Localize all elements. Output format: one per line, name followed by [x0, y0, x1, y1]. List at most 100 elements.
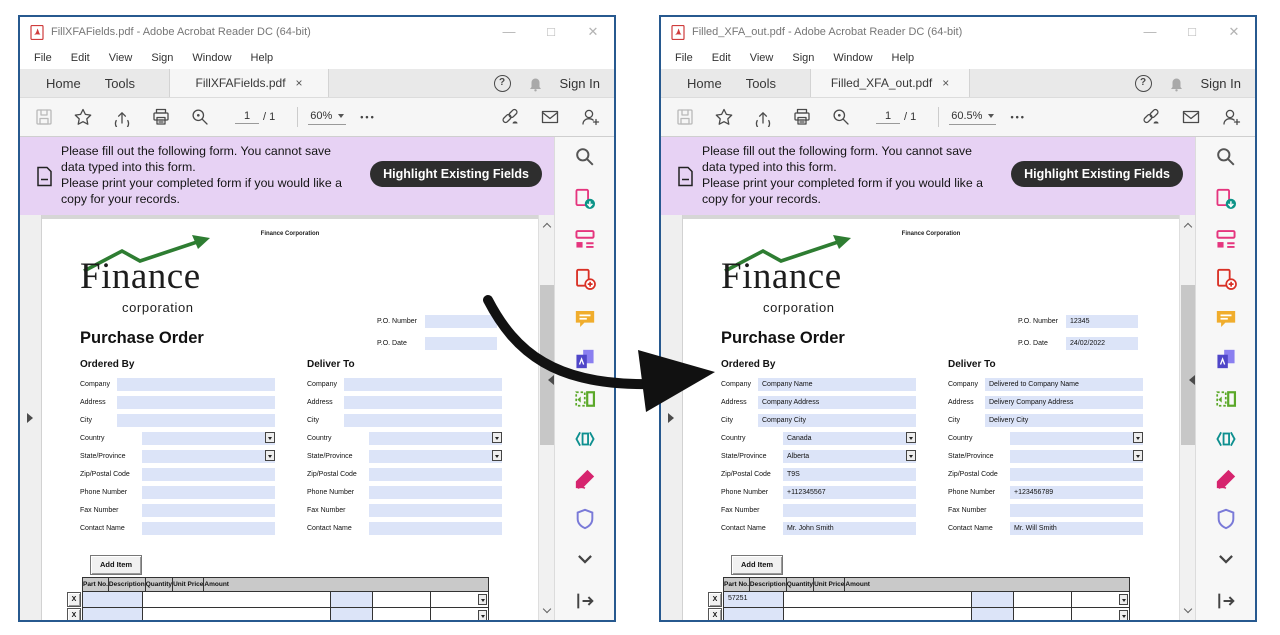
deliver-to-field-5[interactable]: [369, 468, 502, 481]
deliver-to-field-6[interactable]: [369, 486, 502, 499]
organize-pages-icon[interactable]: [574, 388, 596, 410]
find-icon[interactable]: [190, 107, 210, 127]
dropdown-button[interactable]: [906, 432, 916, 443]
tab-tools[interactable]: Tools: [93, 69, 147, 97]
part-no-field[interactable]: [83, 608, 143, 620]
star-icon[interactable]: [73, 107, 93, 127]
description-field[interactable]: [143, 592, 331, 607]
menu-item-0[interactable]: File: [675, 52, 693, 64]
protect-pdf-icon[interactable]: [1215, 508, 1237, 530]
dropdown-button[interactable]: [1133, 450, 1143, 461]
ordered-by-field-0[interactable]: Company Name: [758, 378, 916, 391]
edit-pdf-icon[interactable]: [574, 228, 596, 250]
scroll-down-icon[interactable]: [539, 602, 554, 618]
quantity-field[interactable]: [972, 592, 1014, 607]
compress-pdf-icon[interactable]: [574, 428, 596, 450]
compress-pdf-icon[interactable]: [1215, 428, 1237, 450]
po-date-field[interactable]: [425, 337, 497, 350]
more-tools-chevron-icon[interactable]: [1215, 548, 1237, 570]
unit-price-field[interactable]: [373, 608, 431, 620]
ordered-by-field-1[interactable]: Company Address: [758, 396, 916, 409]
quantity-field[interactable]: [972, 608, 1014, 620]
save-icon[interactable]: [675, 107, 695, 127]
dropdown-button[interactable]: [265, 432, 275, 443]
deliver-to-field-2[interactable]: Delivery City: [985, 414, 1143, 427]
menu-item-3[interactable]: Sign: [151, 52, 173, 64]
menu-item-0[interactable]: File: [34, 52, 52, 64]
dropdown-button[interactable]: [906, 450, 916, 461]
help-icon[interactable]: ?: [1135, 75, 1152, 92]
part-no-field[interactable]: [724, 608, 784, 620]
ordered-by-field-5[interactable]: T9S: [783, 468, 916, 481]
scroll-down-icon[interactable]: [1180, 602, 1195, 618]
deliver-to-field-1[interactable]: [344, 396, 502, 409]
add-account-icon[interactable]: [1221, 107, 1241, 127]
po-number-field[interactable]: 12345: [1066, 315, 1138, 328]
protect-pdf-icon[interactable]: [574, 508, 596, 530]
maximize-button[interactable]: □: [530, 17, 572, 47]
scroll-up-icon[interactable]: [539, 217, 554, 233]
tab-close-icon[interactable]: ×: [296, 76, 303, 90]
deliver-to-field-7[interactable]: [1010, 504, 1143, 517]
delete-row-button[interactable]: X: [708, 608, 722, 620]
combine-files-icon[interactable]: [1215, 348, 1237, 370]
tab-home[interactable]: Home: [675, 69, 734, 97]
tab-home[interactable]: Home: [34, 69, 93, 97]
comment-icon[interactable]: [1215, 308, 1237, 330]
email-icon[interactable]: [1181, 107, 1201, 127]
share-link-icon[interactable]: [500, 107, 520, 127]
quantity-field[interactable]: [331, 592, 373, 607]
unit-price-field[interactable]: [373, 592, 431, 607]
export-pdf-icon[interactable]: [574, 188, 596, 210]
create-pdf-icon[interactable]: [1215, 268, 1237, 290]
maximize-button[interactable]: □: [1171, 17, 1213, 47]
search-tool-icon[interactable]: [574, 146, 596, 168]
ordered-by-field-4[interactable]: [142, 450, 275, 463]
deliver-to-field-1[interactable]: Delivery Company Address: [985, 396, 1143, 409]
help-icon[interactable]: ?: [494, 75, 511, 92]
menu-item-4[interactable]: Window: [192, 52, 231, 64]
delete-row-button[interactable]: X: [67, 608, 81, 620]
deliver-to-field-4[interactable]: [369, 450, 502, 463]
delete-row-button[interactable]: X: [708, 592, 722, 607]
ordered-by-field-3[interactable]: Canada: [783, 432, 916, 445]
more-tools-chevron-icon[interactable]: [574, 548, 596, 570]
bell-icon[interactable]: [1168, 74, 1185, 92]
vertical-scrollbar[interactable]: [1179, 215, 1195, 620]
ordered-by-field-5[interactable]: [142, 468, 275, 481]
amount-field[interactable]: [431, 592, 488, 607]
ordered-by-field-7[interactable]: [783, 504, 916, 517]
scrollbar-thumb[interactable]: [1181, 285, 1195, 445]
menu-item-3[interactable]: Sign: [792, 52, 814, 64]
unit-price-field[interactable]: [1014, 592, 1072, 607]
menu-item-2[interactable]: View: [109, 52, 133, 64]
tab-document[interactable]: Filled_XFA_out.pdf×: [810, 69, 970, 97]
description-field[interactable]: [784, 592, 972, 607]
fill-sign-icon[interactable]: [574, 468, 596, 490]
email-icon[interactable]: [540, 107, 560, 127]
menu-item-4[interactable]: Window: [833, 52, 872, 64]
menu-item-5[interactable]: Help: [892, 52, 915, 64]
add-account-icon[interactable]: [580, 107, 600, 127]
ordered-by-field-8[interactable]: Mr. John Smith: [783, 522, 916, 535]
export-pdf-icon[interactable]: [1215, 188, 1237, 210]
share-upload-icon[interactable]: [753, 107, 773, 127]
ordered-by-field-6[interactable]: +112345567: [783, 486, 916, 499]
ordered-by-field-0[interactable]: [117, 378, 275, 391]
ordered-by-field-1[interactable]: [117, 396, 275, 409]
star-icon[interactable]: [714, 107, 734, 127]
dropdown-button[interactable]: [1133, 432, 1143, 443]
close-button[interactable]: ✕: [1213, 17, 1255, 47]
deliver-to-field-5[interactable]: [1010, 468, 1143, 481]
highlight-existing-fields-button[interactable]: Highlight Existing Fields: [1011, 161, 1183, 187]
deliver-to-field-6[interactable]: +123456789: [1010, 486, 1143, 499]
dropdown-button[interactable]: [492, 432, 502, 443]
tab-close-icon[interactable]: ×: [942, 76, 949, 90]
comment-icon[interactable]: [574, 308, 596, 330]
nav-pane-expand-icon[interactable]: [668, 413, 674, 423]
ordered-by-field-2[interactable]: Company City: [758, 414, 916, 427]
deliver-to-field-8[interactable]: Mr. Will Smith: [1010, 522, 1143, 535]
sign-in-button[interactable]: Sign In: [1201, 76, 1241, 91]
tools-pane-collapse-icon[interactable]: [1189, 375, 1195, 385]
minimize-button[interactable]: —: [1129, 17, 1171, 47]
